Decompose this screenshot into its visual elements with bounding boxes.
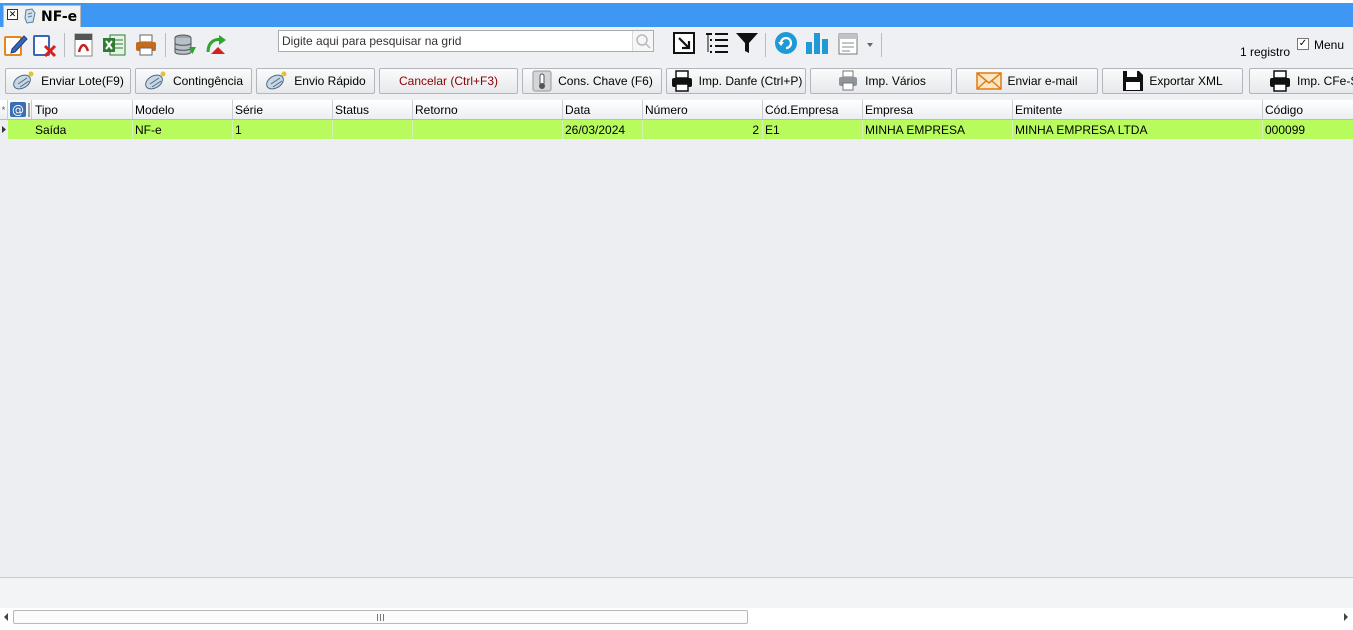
nfe-document-icon — [24, 8, 36, 24]
scrollbar-thumb[interactable] — [13, 610, 748, 624]
row-indicator[interactable] — [0, 120, 8, 139]
tree-list-icon[interactable] — [704, 30, 730, 56]
toolbar-separator — [881, 33, 882, 57]
column-header-data[interactable]: Data — [563, 100, 643, 119]
svg-text:@: @ — [12, 103, 24, 117]
column-header-emitente[interactable]: Emitente — [1013, 100, 1263, 119]
print-cfe-label: Imp. CFe-S — [1297, 74, 1353, 88]
excel-icon[interactable] — [101, 32, 127, 58]
export-xml-button[interactable]: Exportar XML — [1102, 68, 1243, 94]
tab-nfe[interactable]: ✕ NF-e — [3, 5, 81, 27]
table-row[interactable]: Saída NF-e 1 26/03/2024 2 E1 MINHA EMPRE… — [0, 120, 1353, 139]
cell-status[interactable] — [333, 120, 413, 139]
printer-icon[interactable] — [133, 32, 159, 58]
send-email-label: Enviar e-mail — [1007, 74, 1078, 88]
multi-printer-icon — [839, 70, 858, 91]
send-email-button[interactable]: Enviar e-mail — [956, 68, 1098, 94]
print-danfe-button[interactable]: Imp. Danfe (Ctrl+P) — [666, 68, 806, 94]
expand-icon[interactable] — [671, 30, 697, 56]
menu-label: Menu — [1314, 38, 1345, 52]
cancel-button[interactable]: Cancelar (Ctrl+F3) — [379, 68, 518, 94]
printer-icon — [671, 70, 692, 92]
menu-checkbox[interactable]: ✓ — [1297, 38, 1309, 50]
column-header-numero[interactable]: Número — [643, 100, 763, 119]
toolbar-area: 1 registro ✓ Menu Enviar Lote(F9) Contin… — [0, 27, 1353, 100]
satellite-icon — [13, 71, 34, 90]
column-header-tipo[interactable]: Tipo — [33, 100, 133, 119]
delete-icon[interactable] — [31, 32, 57, 58]
database-icon[interactable] — [172, 32, 198, 58]
cell-codigo[interactable]: 000099 — [1263, 120, 1353, 139]
scrollbar-grip-icon — [377, 614, 384, 621]
reload-icon[interactable] — [773, 30, 799, 56]
record-count: 1 registro — [1240, 45, 1291, 59]
column-header-cod-empresa[interactable]: Cód.Empresa — [763, 100, 863, 119]
tab-title: NF-e — [41, 9, 78, 25]
cancel-label: Cancelar (Ctrl+F3) — [398, 74, 499, 88]
column-header-retorno[interactable]: Retorno — [413, 100, 563, 119]
toolbar-separator — [165, 33, 166, 57]
toolbar-separator — [64, 33, 65, 57]
envelope-icon — [976, 72, 1003, 90]
printer-icon — [1270, 70, 1290, 92]
report-icon[interactable] — [836, 30, 876, 56]
tab-strip: ✕ NF-e — [0, 3, 1353, 27]
cell-data[interactable]: 26/03/2024 — [563, 120, 643, 139]
save-disk-icon — [1123, 71, 1144, 91]
cell-modelo[interactable]: NF-e — [133, 120, 233, 139]
column-header-modelo[interactable]: Modelo — [133, 100, 233, 119]
scroll-left-arrow-icon[interactable] — [2, 612, 10, 622]
check-key-label: Cons. Chave (F6) — [558, 74, 653, 88]
quick-send-label: Envio Rápido — [294, 74, 366, 88]
cell-retorno[interactable] — [413, 120, 563, 139]
scroll-right-arrow-icon[interactable] — [1342, 612, 1350, 622]
grid-footer — [0, 577, 1353, 608]
cell-cod-empresa[interactable]: E1 — [763, 120, 863, 139]
send-batch-button[interactable]: Enviar Lote(F9) — [5, 68, 131, 94]
cell-emitente[interactable]: MINHA EMPRESA LTDA — [1013, 120, 1263, 139]
column-header-status[interactable]: Status — [333, 100, 413, 119]
quick-send-button[interactable]: Envio Rápido — [256, 68, 375, 94]
pdf-icon[interactable] — [71, 32, 97, 58]
satellite-icon — [266, 71, 287, 90]
cell-empresa[interactable]: MINHA EMPRESA — [863, 120, 1013, 139]
current-row-arrow-icon — [2, 126, 6, 133]
contingency-label: Contingência — [172, 74, 244, 88]
search-button[interactable] — [632, 31, 653, 51]
check-key-button[interactable]: Cons. Chave (F6) — [522, 68, 662, 94]
print-danfe-label: Imp. Danfe (Ctrl+P) — [698, 74, 803, 88]
at-sign-icon: @ — [10, 102, 30, 117]
cell-tipo[interactable]: Saída — [33, 120, 133, 139]
data-grid: * @ Tipo Modelo Série Status Retorno Dat… — [0, 100, 1353, 577]
filter-icon[interactable] — [734, 30, 760, 56]
send-batch-label: Enviar Lote(F9) — [41, 74, 124, 88]
toolbar-separator — [765, 33, 766, 57]
thermometer-icon — [532, 70, 552, 92]
edit-icon[interactable] — [2, 32, 28, 58]
satellite-icon — [145, 71, 166, 90]
contingency-button[interactable]: Contingência — [135, 68, 252, 94]
print-cfe-button[interactable]: Imp. CFe-S — [1249, 68, 1353, 94]
column-header-serie[interactable]: Série — [233, 100, 333, 119]
print-multiple-label: Imp. Vários — [865, 74, 926, 88]
grid-header: * @ Tipo Modelo Série Status Retorno Dat… — [0, 100, 1353, 120]
horizontal-scrollbar[interactable] — [0, 608, 1353, 626]
column-header-empresa[interactable]: Empresa — [863, 100, 1013, 119]
cell-numero[interactable]: 2 — [643, 120, 763, 139]
email-column-header[interactable]: @ — [8, 100, 32, 119]
row-indicator-header[interactable]: * — [0, 100, 8, 119]
grid-search — [278, 30, 654, 52]
print-multiple-button[interactable]: Imp. Vários — [810, 68, 952, 94]
export-xml-label: Exportar XML — [1149, 74, 1223, 88]
cell-serie[interactable]: 1 — [233, 120, 333, 139]
column-header-codigo[interactable]: Código — [1263, 100, 1353, 119]
close-icon[interactable]: ✕ — [7, 9, 18, 20]
search-input[interactable] — [279, 31, 631, 51]
refresh-arrow-icon[interactable] — [203, 32, 229, 58]
search-icon — [636, 34, 651, 49]
bar-chart-icon[interactable] — [804, 30, 830, 56]
